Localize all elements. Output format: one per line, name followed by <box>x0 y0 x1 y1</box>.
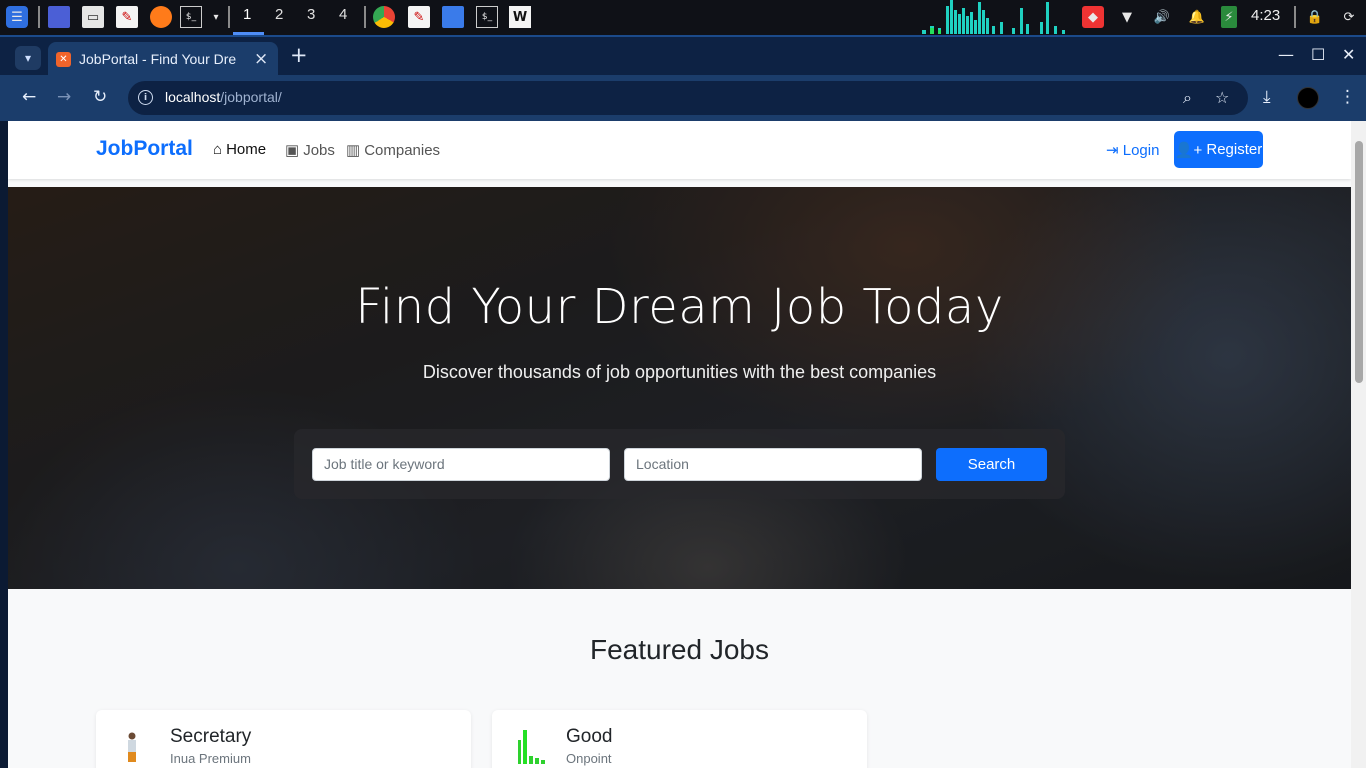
job-company: Inua Premium <box>170 751 251 766</box>
os-taskbar: ☰ ▭ ✎ $_ ▾ 1 2 3 4 ✎ $_ W ◆ ▼ 🔊 🔔 ⚡ 4:23… <box>0 0 1366 35</box>
page-scrollbar[interactable] <box>1351 121 1366 768</box>
nav-companies[interactable]: ▥ Companies <box>346 141 440 159</box>
hero-title: Find Your Dream Job Today <box>355 279 1004 335</box>
tab-search-icon[interactable]: ▾ <box>15 46 41 70</box>
hero-subtitle: Discover thousands of job opportunities … <box>422 362 937 382</box>
hero-background-image <box>8 187 1351 589</box>
scrollbar-thumb[interactable] <box>1355 141 1363 383</box>
job-search-form: Job title or keyword Location Search <box>294 429 1065 499</box>
taskbar-separator <box>364 6 366 28</box>
app-w-icon[interactable]: W <box>509 6 531 28</box>
zoom-icon[interactable]: ⌕ <box>1183 88 1192 108</box>
job-card[interactable]: Good Onpoint <box>492 710 867 768</box>
folder-icon[interactable] <box>442 6 464 28</box>
featured-jobs-title: Featured Jobs <box>590 634 769 665</box>
close-window-icon[interactable]: ✕ <box>1342 45 1355 64</box>
lock-icon[interactable]: 🔒 <box>1304 6 1326 28</box>
login-link[interactable]: ⇥ Login <box>1106 141 1159 159</box>
building-icon: ▥ <box>346 142 361 159</box>
site-navbar: JobPortal ⌂ Home ▣ Jobs ▥ Companies ⇥ Login… <box>8 121 1351 179</box>
start-menu-icon[interactable]: ☰ <box>6 6 28 28</box>
brand-logo[interactable]: JobPortal <box>96 137 193 161</box>
user-plus-icon: 👤+ <box>1174 141 1207 159</box>
terminal-icon[interactable]: $_ <box>476 6 498 28</box>
clock[interactable]: 4:23 <box>1251 7 1280 24</box>
hero-section: Find Your Dream Job Today Discover thous… <box>8 187 1351 589</box>
download-icon[interactable]: ⤓ <box>1263 87 1271 107</box>
url-text[interactable]: localhost/jobportal/ <box>165 89 282 105</box>
job-title[interactable]: Secretary <box>170 726 251 748</box>
bell-icon[interactable]: 🔔 <box>1186 6 1208 28</box>
forward-icon[interactable]: → <box>57 87 71 107</box>
briefcase-icon: ▣ <box>285 142 300 159</box>
home-icon: ⌂ <box>213 141 223 158</box>
register-button[interactable]: 👤+ Register <box>1174 131 1263 168</box>
job-company: Onpoint <box>566 751 612 766</box>
taskbar-separator <box>1294 6 1296 28</box>
browser-tab-bar: ▾ ✕ JobPortal - Find Your Dre × + — ☐ ✕ <box>0 35 1366 77</box>
address-bar[interactable]: i localhost/jobportal/ ⌕ ☆ <box>128 81 1248 115</box>
tab-title: JobPortal - Find Your Dre <box>79 51 237 67</box>
workspace-4[interactable]: 4 <box>339 6 347 23</box>
minimize-icon[interactable]: — <box>1278 45 1294 64</box>
company-logo <box>518 730 545 764</box>
site-info-icon[interactable]: i <box>138 90 153 105</box>
workspace-2[interactable]: 2 <box>275 6 283 23</box>
power-icon[interactable]: ⟳ <box>1338 6 1360 28</box>
firefox-icon[interactable] <box>150 6 172 28</box>
text-editor-icon[interactable]: ✎ <box>116 6 138 28</box>
nav-home[interactable]: ⌂ Home <box>213 141 266 158</box>
terminal-icon[interactable]: $_ <box>180 6 202 28</box>
keyword-input[interactable]: Job title or keyword <box>312 448 610 481</box>
wifi-icon[interactable]: ▼ <box>1116 6 1138 28</box>
menu-kebab-icon[interactable]: ⋮ <box>1339 87 1356 107</box>
web-page: JobPortal ⌂ Home ▣ Jobs ▥ Companies ⇥ Login… <box>8 121 1351 768</box>
file-manager-icon[interactable]: ▭ <box>82 6 104 28</box>
show-desktop-icon[interactable] <box>48 6 70 28</box>
taskbar-separator <box>38 6 40 28</box>
bookmark-star-icon[interactable]: ☆ <box>1215 88 1229 107</box>
chrome-icon[interactable] <box>373 6 395 28</box>
taskbar-separator <box>228 6 230 28</box>
close-tab-icon[interactable]: × <box>254 49 268 69</box>
job-card[interactable]: Secretary Inua Premium <box>96 710 471 768</box>
workspace-3[interactable]: 3 <box>307 6 315 23</box>
location-input[interactable]: Location <box>624 448 922 481</box>
browser-toolbar: ← → ↻ i localhost/jobportal/ ⌕ ☆ ⤓ ⋮ <box>0 75 1366 121</box>
tab-jobportal[interactable]: ✕ JobPortal - Find Your Dre × <box>48 42 278 77</box>
text-editor-icon[interactable]: ✎ <box>408 6 430 28</box>
cpu-graph-icon <box>922 0 1065 34</box>
xampp-favicon-icon: ✕ <box>56 52 71 67</box>
search-button[interactable]: Search <box>936 448 1047 481</box>
volume-icon[interactable]: 🔊 <box>1151 6 1173 28</box>
chevron-down-icon[interactable]: ▾ <box>205 6 227 28</box>
workspace-1[interactable]: 1 <box>243 6 251 23</box>
nav-jobs[interactable]: ▣ Jobs <box>285 141 335 159</box>
new-tab-icon[interactable]: + <box>290 43 308 67</box>
battery-icon[interactable]: ⚡ <box>1221 6 1237 28</box>
maximize-icon[interactable]: ☐ <box>1311 45 1325 64</box>
job-title[interactable]: Good <box>566 726 612 748</box>
company-logo <box>128 732 136 762</box>
login-icon: ⇥ <box>1106 142 1123 159</box>
reload-icon[interactable]: ↻ <box>93 87 107 107</box>
profile-avatar[interactable] <box>1297 87 1319 109</box>
git-icon[interactable]: ◆ <box>1082 6 1104 28</box>
back-icon[interactable]: ← <box>22 87 36 107</box>
